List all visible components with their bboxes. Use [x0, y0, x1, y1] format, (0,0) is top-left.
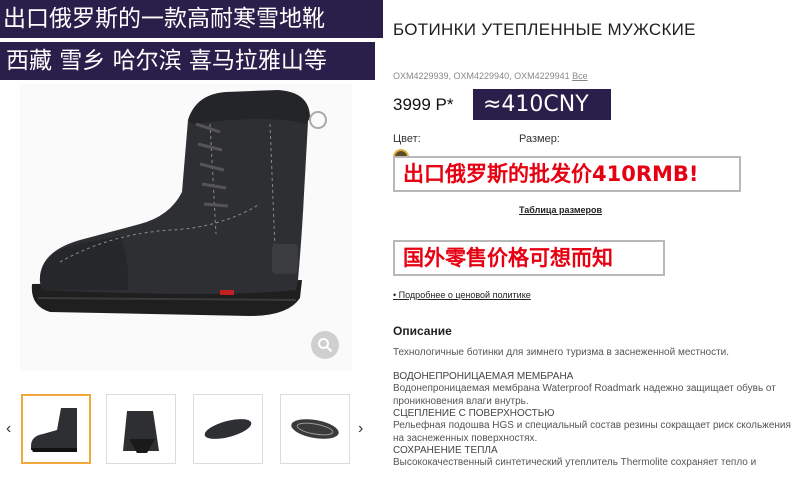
feature-text: Водонепроницаемая мембрана Waterproof Ro…: [393, 383, 776, 407]
wholesale-price-note: 出口俄罗斯的批发价410RMB!: [393, 156, 741, 192]
cny-price-overlay: ≈410CNY: [473, 89, 611, 120]
description-features: ВОДОНЕПРОНИЦАЕМАЯ МЕМБРАНА Водонепроница…: [393, 371, 793, 469]
color-label: Цвет:: [393, 133, 421, 145]
thumbnail-1[interactable]: [21, 394, 91, 464]
description-heading: Описание: [393, 324, 452, 338]
all-skus-link[interactable]: Все: [572, 71, 588, 81]
feature-title: СЦЕПЛЕНИЕ С ПОВЕРХНОСТЬЮ: [393, 408, 555, 419]
price-policy-text: Подробнее о ценовой политике: [398, 290, 531, 300]
sku-list: OXM4229939, OXM4229940, OXM4229941: [393, 71, 570, 81]
product-title: БОТИНКИ УТЕПЛЕННЫЕ МУЖСКИЕ: [393, 20, 696, 39]
feature-title: СОХРАНЕНИЕ ТЕПЛА: [393, 445, 498, 456]
feature-text: Рельефная подошва HGS и специальный сост…: [393, 420, 791, 444]
thumbnail-4[interactable]: [280, 394, 350, 464]
promo-banner-line1: 出口俄罗斯的一款高耐寒雪地靴: [0, 0, 383, 38]
feature-title: ВОДОНЕПРОНИЦАЕМАЯ МЕМБРАНА: [393, 371, 574, 382]
price-policy-link[interactable]: • Подробнее о ценовой политике: [393, 290, 531, 300]
thumbnail-2[interactable]: [106, 394, 176, 464]
retail-price-note: 国外零售价格可想而知: [393, 240, 665, 276]
zoom-button[interactable]: [311, 331, 339, 359]
description-intro: Технологичные ботинки для зимнего туризм…: [393, 347, 730, 358]
magnifier-icon: [318, 338, 333, 353]
boot-image: [31, 90, 327, 316]
product-price: 3999 P*: [393, 95, 454, 114]
feature-text: Высококачественный синтетический утеплит…: [393, 457, 757, 468]
boot-sole-thumbnail: [291, 419, 339, 439]
promo-banner-line2: 西藏 雪乡 哈尔滨 喜马拉雅山等: [0, 42, 375, 80]
size-label: Размер:: [519, 133, 560, 145]
boot-side-thumbnail: [31, 408, 77, 452]
boot-front-thumbnail: [123, 411, 159, 453]
chevron-left-icon[interactable]: ‹: [6, 420, 11, 438]
product-skus: OXM4229939, OXM4229940, OXM4229941 Все: [393, 71, 588, 81]
size-table-link[interactable]: Таблица размеров: [519, 205, 602, 215]
boot-top-thumbnail: [204, 419, 252, 439]
product-main-image[interactable]: [20, 84, 352, 370]
chevron-right-icon[interactable]: ›: [358, 420, 363, 438]
thumbnail-3[interactable]: [193, 394, 263, 464]
